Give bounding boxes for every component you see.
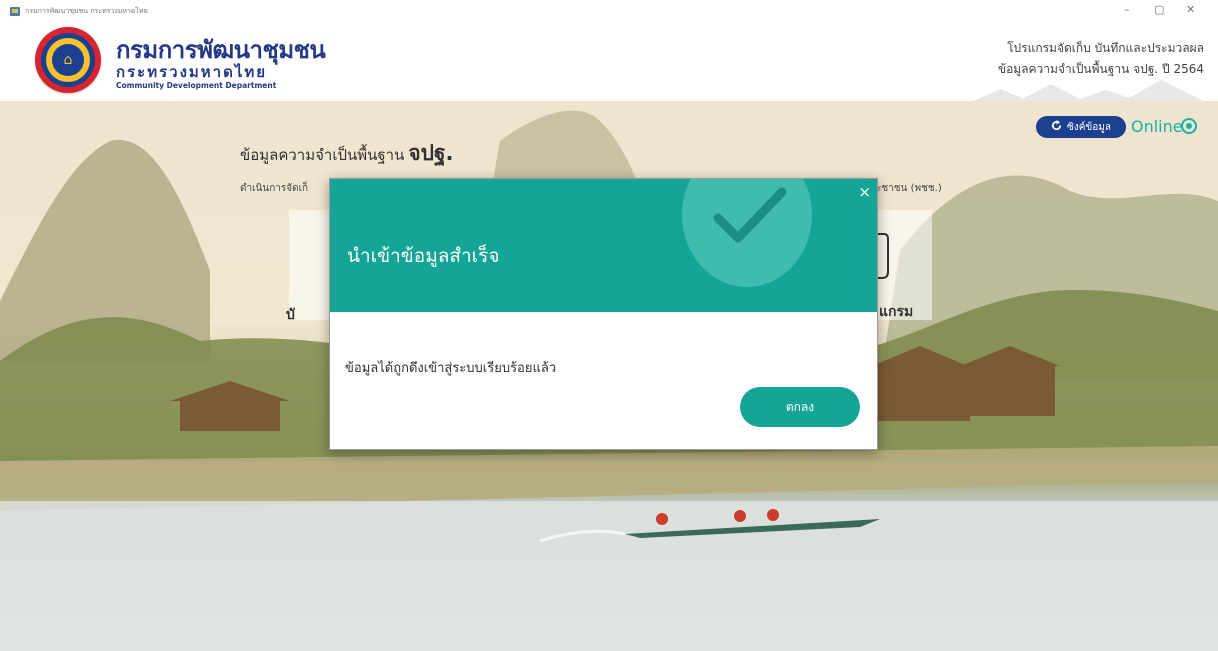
- window-title: กรมการพัฒนาชุมชน กระทรวงมหาดไทย: [25, 6, 148, 15]
- page-title: ข้อมูลความจำเป็นพื้นฐาน จปฐ.: [240, 141, 454, 165]
- logo-emblem-icon: ⌂: [52, 44, 84, 76]
- maximize-button[interactable]: ▢: [1154, 3, 1164, 16]
- page-subtitle-right: ะชาชน (พชช.): [876, 183, 942, 194]
- import-success-dialog: นำเข้าข้อมูลสำเร็จ × ข้อมูลได้ถูกดึงเข้า…: [329, 178, 878, 450]
- window-titlebar: กรมการพัฒนาชุมชน กระทรวงมหาดไทย – ▢ ✕: [0, 0, 1218, 22]
- menu-card-left[interactable]: [289, 210, 329, 320]
- menu-card-left-label: บั: [286, 307, 295, 323]
- online-status-label: Online: [1131, 117, 1183, 136]
- refresh-icon: [1051, 120, 1062, 134]
- minimize-button[interactable]: –: [1124, 3, 1130, 16]
- sync-data-button[interactable]: ซิงค์ข้อมูล: [1036, 116, 1126, 138]
- program-title-line1: โปรแกรมจัดเก็บ บันทึกและประมวลผล: [1007, 41, 1204, 55]
- houses-decoration-icon: [971, 80, 1206, 102]
- org-name-en: Community Development Department: [116, 81, 277, 90]
- dialog-title: นำเข้าข้อมูลสำเร็จ: [347, 245, 500, 267]
- department-logo: ⌂: [35, 27, 101, 93]
- program-title-line2: ข้อมูลความจำเป็นพื้นฐาน จปฐ. ปี 2564: [997, 62, 1204, 76]
- menu-card-right-label: แกรม: [879, 304, 914, 320]
- online-status-icon: [1181, 118, 1197, 134]
- sync-data-label: ซิงค์ข้อมูล: [1067, 121, 1111, 133]
- dialog-message: ข้อมูลได้ถูกดึงเข้าสู่ระบบเรียบร้อยแล้ว: [345, 361, 557, 376]
- ok-button[interactable]: ตกลง: [740, 387, 860, 427]
- dialog-header: นำเข้าข้อมูลสำเร็จ ×: [330, 179, 877, 312]
- app-header: ⌂ กรมการพัฒนาชุมชน กระทรวงมหาดไทย Commun…: [0, 22, 1218, 102]
- app-icon: [10, 6, 20, 16]
- card-icon-fragment: [878, 233, 889, 279]
- page-subtitle-left: ดำเนินการจัดเก็: [240, 183, 309, 194]
- close-window-button[interactable]: ✕: [1186, 3, 1195, 16]
- checkmark-icon: [713, 187, 787, 243]
- dialog-close-icon[interactable]: ×: [858, 183, 871, 201]
